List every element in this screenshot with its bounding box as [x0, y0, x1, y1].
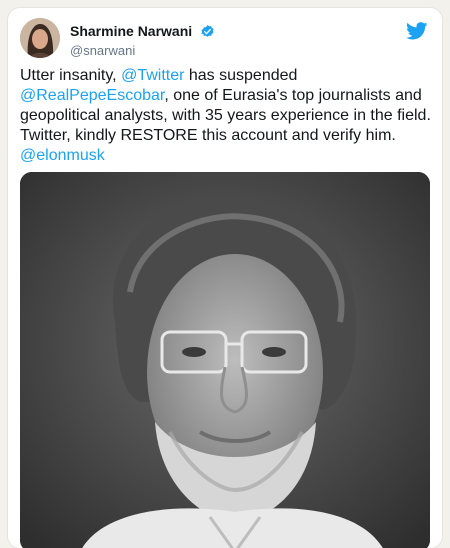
- tweet-text: Utter insanity, @Twitter has suspended @…: [20, 66, 434, 166]
- user-handle[interactable]: @snarwani: [70, 42, 215, 60]
- avatar[interactable]: [20, 18, 60, 58]
- twitter-bird-icon[interactable]: [406, 22, 428, 40]
- display-name[interactable]: Sharmine Narwani: [70, 23, 192, 40]
- mention-link-twitter[interactable]: @Twitter: [121, 67, 184, 84]
- text-segment: Utter insanity,: [20, 67, 122, 84]
- tweet-card: Sharmine Narwani @snarwani Utter insanit…: [8, 8, 442, 548]
- mention-link-realpepeescobar[interactable]: @RealPepeEscobar: [20, 87, 164, 104]
- text-segment: has suspended: [184, 67, 298, 84]
- user-block: Sharmine Narwani @snarwani: [70, 23, 215, 60]
- verified-badge-icon: [200, 24, 215, 39]
- mention-link-elonmusk[interactable]: @elonmusk: [20, 147, 105, 164]
- tweet-photo[interactable]: [20, 172, 430, 548]
- tweet-header: Sharmine Narwani @snarwani: [20, 18, 430, 68]
